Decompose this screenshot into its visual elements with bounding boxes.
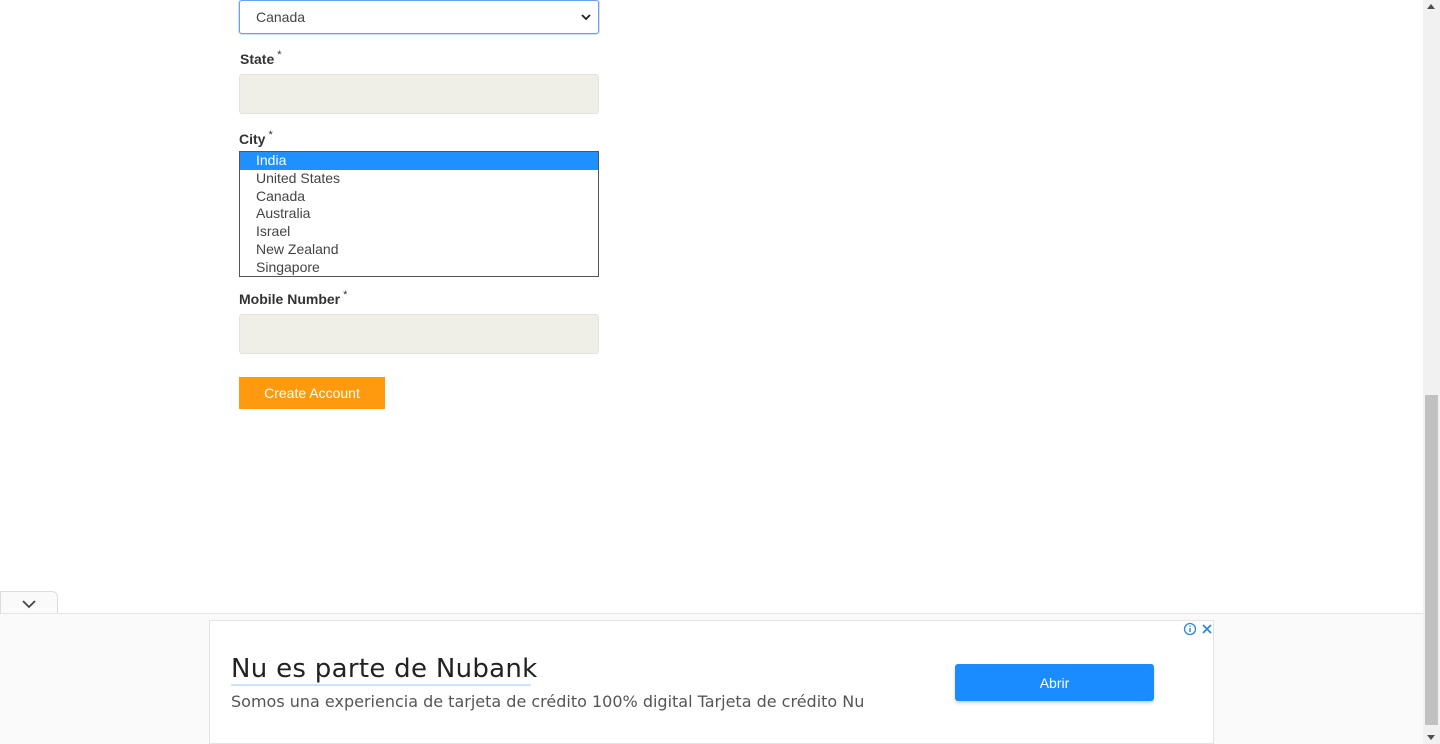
mobile-label-text: Mobile Number (239, 291, 341, 307)
city-option[interactable]: India (240, 152, 598, 170)
scroll-down-icon[interactable] (1427, 735, 1435, 740)
city-option[interactable]: New Zealand (240, 241, 598, 259)
ad-collapse-button[interactable] (0, 591, 58, 615)
ad-title-underline (231, 684, 531, 686)
city-label-text: City (239, 131, 266, 147)
country-select[interactable]: Canada (239, 0, 599, 34)
city-option[interactable]: Singapore (240, 259, 598, 276)
state-input[interactable] (239, 74, 599, 114)
city-label: City * (239, 129, 273, 147)
mobile-number-input[interactable] (239, 314, 599, 354)
state-label-text: State (240, 51, 275, 67)
ad-title[interactable]: Nu es parte de Nubank (231, 654, 538, 684)
ad-open-button[interactable]: Abrir (955, 664, 1154, 701)
info-icon[interactable] (1183, 622, 1197, 636)
required-mark: * (343, 289, 348, 301)
scrollbar-thumb[interactable] (1425, 395, 1438, 725)
ad-description: Somos una experiencia de tarjeta de créd… (231, 692, 865, 711)
city-option[interactable]: Australia (240, 205, 598, 223)
city-listbox[interactable]: India United States Canada Australia Isr… (239, 151, 599, 277)
state-label: State * (240, 49, 282, 67)
mobile-number-label: Mobile Number * (239, 289, 348, 307)
scroll-up-icon[interactable] (1427, 4, 1435, 9)
chevron-down-icon (22, 600, 36, 609)
country-select-value: Canada (256, 9, 306, 25)
city-option[interactable]: Canada (240, 188, 598, 206)
chevron-down-icon (581, 14, 591, 21)
vertical-scrollbar[interactable] (1423, 0, 1440, 744)
city-option[interactable]: Israel (240, 223, 598, 241)
create-account-button[interactable]: Create Account (239, 377, 385, 409)
city-option[interactable]: United States (240, 170, 598, 188)
required-mark: * (277, 49, 282, 61)
ad-card[interactable]: Nu es parte de Nubank Somos una experien… (209, 620, 1214, 744)
required-mark: * (268, 129, 273, 141)
close-icon[interactable] (1200, 622, 1214, 636)
